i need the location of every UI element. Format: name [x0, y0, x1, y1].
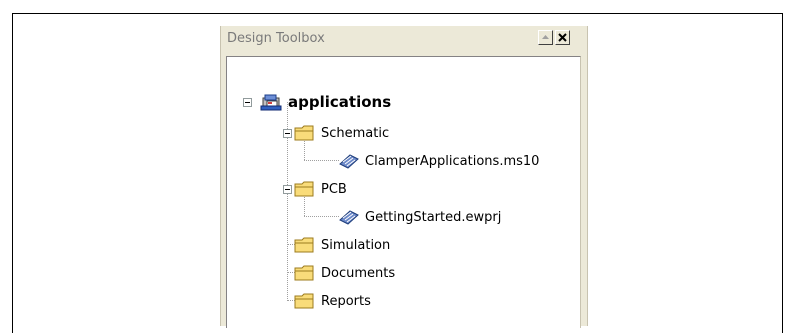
project-tree[interactable]: applications Schematic ClamperApplicatio…: [226, 56, 581, 328]
tree-item-label: ClamperApplications.ms10: [365, 153, 540, 169]
folder-icon: [294, 265, 314, 281]
tree-item-pcb-file[interactable]: GettingStarted.ewprj: [337, 206, 501, 228]
panel-title: Design Toolbox: [227, 31, 325, 46]
design-toolbox-panel: Design Toolbox applications Schematic Cl…: [220, 26, 588, 328]
tree-item-label: Simulation: [321, 237, 391, 253]
tree-item-label: PCB: [321, 181, 347, 197]
tree-item-label: Reports: [321, 293, 371, 309]
close-button[interactable]: [555, 30, 570, 45]
tree-item-label: Documents: [321, 265, 396, 281]
pin-icon: [542, 35, 549, 39]
design-file-icon: [339, 154, 359, 169]
tree-item-reports[interactable]: Reports: [293, 290, 371, 312]
project-icon: [260, 94, 282, 111]
tree-item-applications[interactable]: applications: [260, 91, 391, 113]
tree-item-label: Schematic: [321, 125, 390, 141]
folder-icon: [294, 181, 314, 197]
tree-item-label: applications: [288, 93, 392, 111]
collapse-toggle-schematic[interactable]: [283, 129, 292, 138]
tree-line: [304, 160, 339, 161]
tree-item-schematic-file[interactable]: ClamperApplications.ms10: [337, 150, 539, 172]
tree-item-documents[interactable]: Documents: [293, 262, 395, 284]
tree-line: [304, 216, 339, 217]
tree-item-simulation[interactable]: Simulation: [293, 234, 390, 256]
folder-icon: [294, 237, 314, 253]
close-icon: [558, 33, 567, 42]
folder-icon: [294, 293, 314, 309]
tree-item-pcb[interactable]: PCB: [293, 178, 347, 200]
collapse-toggle-root[interactable]: [243, 98, 252, 107]
collapse-toggle-pcb[interactable]: [283, 185, 292, 194]
pin-button[interactable]: [538, 30, 553, 45]
folder-icon: [294, 125, 314, 141]
design-file-icon: [339, 210, 359, 225]
tree-item-schematic[interactable]: Schematic: [293, 122, 389, 144]
panel-titlebar: Design Toolbox: [221, 26, 587, 54]
tree-item-label: GettingStarted.ewprj: [365, 209, 502, 225]
